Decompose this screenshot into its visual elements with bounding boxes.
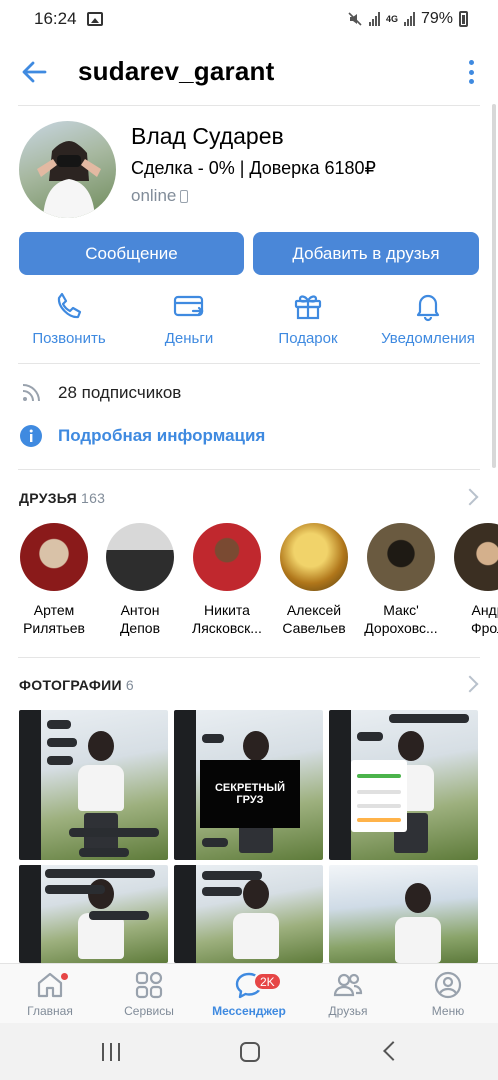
nav-menu[interactable]: Меню (398, 970, 498, 1018)
page-title: sudarev_garant (78, 56, 275, 86)
friend-item[interactable]: Артем Рилятьев (11, 523, 97, 637)
friend-avatar (454, 523, 498, 591)
add-friend-button[interactable]: Добавить в друзья (253, 232, 479, 275)
message-button[interactable]: Сообщение (19, 232, 244, 275)
profile-name: Влад Сударев (131, 123, 284, 149)
nav-home-label: Главная (27, 1004, 73, 1018)
money-label: Деньги (164, 330, 214, 347)
bell-icon (416, 294, 440, 322)
chevron-right-icon[interactable] (461, 675, 479, 693)
friend-item[interactable]: Алексей Савельев (271, 523, 357, 637)
money-action[interactable]: Деньги (134, 290, 244, 347)
app-header: sudarev_garant (0, 46, 498, 102)
screen: 16:24 4G 79% sudarev_garant Влад Сударев… (0, 0, 498, 1080)
friend-avatar (280, 523, 348, 591)
friend-item[interactable]: Макс' Дороховс... (358, 523, 444, 637)
photo-thumbnail[interactable] (19, 710, 168, 860)
nav-menu-label: Меню (431, 1004, 465, 1018)
nav-friends[interactable]: Друзья (298, 970, 398, 1018)
details-row[interactable]: Подробная информация (20, 425, 265, 447)
photos-count: 6 (125, 677, 134, 693)
photo-thumbnail[interactable]: СЕКРЕТНЫЙ ГРУЗ (174, 710, 323, 860)
profile-avatar[interactable] (19, 121, 116, 218)
system-navigation-bar (0, 1023, 498, 1080)
friend-item[interactable]: АндрФрол (445, 523, 498, 637)
home-button-icon[interactable] (240, 1042, 260, 1062)
scrollbar[interactable] (492, 104, 496, 468)
secret-cargo-label: СЕКРЕТНЫЙ ГРУЗ (200, 760, 300, 828)
money-icon (173, 295, 204, 317)
friends-count: 163 (81, 490, 106, 506)
notifications-label: Уведомления (381, 330, 475, 347)
friend-avatar (367, 523, 435, 591)
status-time: 16:24 (34, 9, 77, 28)
mobile-icon (180, 189, 189, 203)
friend-name: Антон Депов (119, 602, 161, 636)
menu-icon (434, 971, 462, 999)
divider (18, 657, 480, 658)
friend-avatar (106, 523, 174, 591)
rss-icon (22, 384, 40, 402)
gift-action[interactable]: Подарок (253, 290, 363, 347)
gift-icon (294, 295, 322, 320)
divider (18, 469, 480, 470)
photo-thumbnail[interactable] (19, 865, 168, 963)
chevron-right-icon[interactable] (461, 488, 479, 506)
online-label: online (131, 186, 177, 205)
nav-messenger-label: Мессенджер (212, 1004, 286, 1018)
friend-item[interactable]: Антон Депов (97, 523, 183, 637)
system-back-icon[interactable] (383, 1041, 403, 1061)
battery-icon (459, 11, 468, 27)
friend-name: Алексей Савельев (282, 602, 346, 636)
phone-icon (57, 292, 82, 319)
nav-messenger[interactable]: 2K Мессенджер (199, 970, 299, 1018)
notifications-action[interactable]: Уведомления (373, 290, 483, 347)
signal-icon (368, 12, 380, 26)
gallery-notification-icon (86, 12, 103, 26)
call-label: Позвонить (32, 330, 106, 347)
divider (18, 363, 480, 364)
mute-icon (348, 12, 362, 26)
friends-section-title[interactable]: ДРУЗЬЯ 163 (19, 490, 105, 506)
status-bar: 16:24 4G 79% (0, 0, 498, 38)
friend-name: Макс' Дороховс... (364, 602, 438, 636)
friend-name: Никита Лясковск... (192, 602, 262, 636)
friends-icon (333, 973, 363, 997)
nav-services-label: Сервисы (124, 1004, 174, 1018)
subscribers-count: 28 подписчиков (58, 383, 182, 402)
friend-name: Артем Рилятьев (23, 602, 85, 636)
action-row: Позвонить Деньги Подарок Уведомления (0, 290, 498, 354)
photos-section-title[interactable]: ФОТОГРАФИИ 6 (19, 677, 134, 693)
photo-thumbnail[interactable] (329, 865, 478, 963)
friend-avatar (20, 523, 88, 591)
online-status: online (131, 186, 189, 206)
more-options-icon[interactable] (468, 60, 474, 84)
back-arrow-icon[interactable] (20, 58, 48, 86)
profile-status: Сделка - 0% | Доверка 6180₽ (131, 158, 376, 178)
nav-home[interactable]: Главная (0, 970, 100, 1018)
signal-icon-2 (403, 12, 415, 26)
call-action[interactable]: Позвонить (14, 290, 124, 347)
photo-thumbnail[interactable] (174, 865, 323, 963)
photos-title: ФОТОГРАФИИ (19, 677, 122, 693)
photo-thumbnail[interactable] (329, 710, 478, 860)
info-icon (20, 425, 42, 447)
nav-services[interactable]: Сервисы (99, 970, 199, 1018)
messenger-badge: 2K (253, 972, 282, 991)
subscribers-row[interactable]: 28 подписчиков (20, 382, 181, 404)
friends-title: ДРУЗЬЯ (19, 490, 77, 506)
friend-avatar (193, 523, 261, 591)
home-notification-dot (60, 972, 69, 981)
divider (18, 105, 480, 106)
network-type: 4G (385, 14, 398, 24)
friend-name: АндрФрол (470, 602, 498, 636)
gift-label: Подарок (278, 330, 338, 347)
friend-item[interactable]: Никита Лясковск... (184, 523, 270, 637)
services-icon (135, 971, 163, 999)
recent-apps-icon[interactable] (102, 1043, 120, 1061)
battery-percent: 79% (420, 10, 453, 27)
bottom-navigation: Главная Сервисы 2K Мессенджер Друзья Мен… (0, 963, 498, 1023)
nav-friends-label: Друзья (328, 1004, 368, 1018)
details-link: Подробная информация (58, 426, 266, 445)
